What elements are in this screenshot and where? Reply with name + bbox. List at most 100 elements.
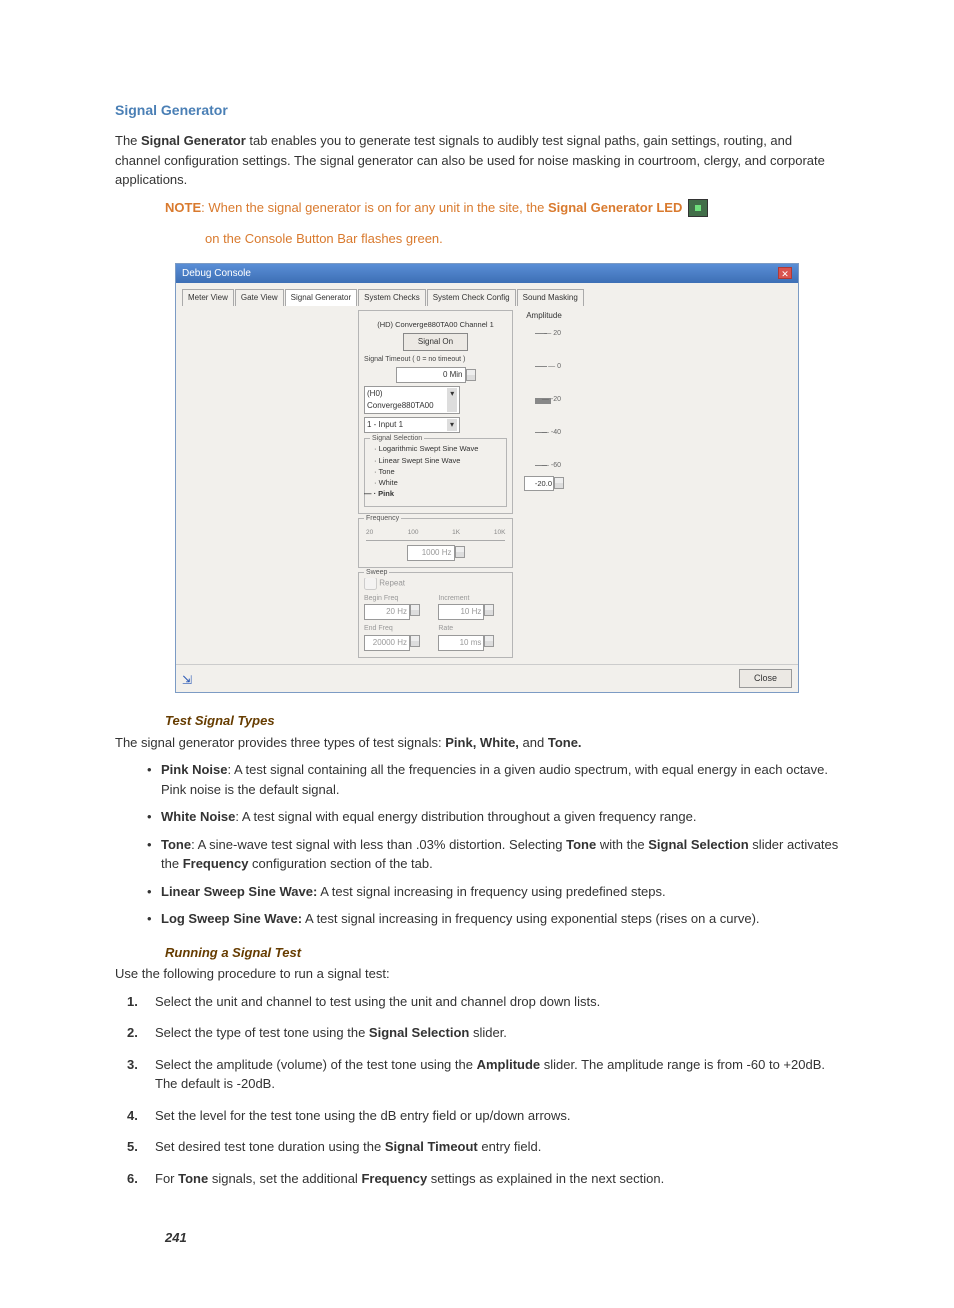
frequency-group: Frequency 20 100 1K 10K 1000 Hz [358, 518, 513, 568]
end-freq-label: End Freq [364, 624, 433, 635]
tab-gate-view[interactable]: Gate View [235, 289, 284, 306]
text-bold: Signal Selection [369, 1025, 469, 1040]
tick: 1K [452, 528, 460, 538]
text-bold: White Noise [161, 809, 235, 824]
text: : A test signal with equal energy distri… [235, 809, 696, 824]
step-number: 5. [127, 1137, 138, 1157]
list-item: 4.Set the level for the test tone using … [125, 1106, 839, 1126]
signal-on-button[interactable]: Signal On [403, 333, 468, 351]
text: entry field. [478, 1139, 542, 1154]
frequency-input[interactable]: 1000 Hz [407, 545, 455, 561]
signal-generator-led-icon [688, 199, 708, 217]
list-item: Linear Sweep Sine Wave: A test signal in… [145, 882, 839, 902]
list-item: 5. Set desired test tone duration using t… [125, 1137, 839, 1157]
spinner-icon[interactable] [466, 369, 476, 381]
begin-freq-label: Begin Freq [364, 594, 433, 605]
rate-label: Rate [438, 624, 507, 635]
tab-sound-masking[interactable]: Sound Masking [517, 289, 584, 306]
text: Select the unit and channel to test usin… [155, 994, 600, 1009]
subheading-test-signal-types: Test Signal Types [165, 711, 839, 731]
text-bold: Frequency [361, 1171, 427, 1186]
frequency-slider[interactable]: 20 100 1K 10K [366, 527, 505, 541]
unit-dropdown[interactable]: (H0) Converge880TA00▾ [364, 386, 460, 414]
step-number: 2. [127, 1023, 138, 1043]
dropdown-value: (H0) Converge880TA00 [367, 388, 447, 412]
tab-signal-generator[interactable]: Signal Generator [285, 289, 357, 306]
channel-label: (HD) Converge880TA00 Channel 1 [364, 319, 507, 330]
text-bold: Log Sweep Sine Wave: [161, 911, 302, 926]
opt-pink[interactable]: — · Pink [370, 488, 501, 499]
text-bold: Amplitude [477, 1057, 541, 1072]
step-number: 6. [127, 1169, 138, 1189]
list-item: Pink Noise: A test signal containing all… [145, 760, 839, 799]
list-item: 1. Select the unit and channel to test us… [125, 992, 839, 1012]
text: For [155, 1171, 178, 1186]
text: slider. [469, 1025, 507, 1040]
intro-paragraph: The Signal Generator tab enables you to … [115, 131, 839, 190]
tick: 10K [494, 528, 506, 538]
increment-input[interactable]: 10 Hz [438, 604, 484, 620]
window-title: Debug Console [182, 266, 251, 281]
opt-tone[interactable]: · Tone [370, 466, 501, 477]
timeout-input[interactable]: 0 Min [396, 367, 466, 383]
bullet-list: Pink Noise: A test signal containing all… [145, 760, 839, 929]
list-item: 6. For Tone signals, set the additional F… [125, 1169, 839, 1189]
amplitude-input[interactable]: -20.0 [524, 476, 554, 491]
opt-linear-swept[interactable]: · Linear Swept Sine Wave [370, 455, 501, 466]
spinner-icon[interactable] [484, 635, 494, 647]
text-bold: Signal Timeout [385, 1139, 478, 1154]
timeout-label: Signal Timeout ( 0 = no timeout ) [364, 355, 507, 366]
list-item: White Noise: A test signal with equal en… [145, 807, 839, 827]
tick: 20 [366, 528, 373, 538]
text: The signal generator provides three type… [115, 735, 445, 750]
begin-freq-input[interactable]: 20 Hz [364, 604, 410, 620]
tab-system-check-config[interactable]: System Check Config [427, 289, 516, 306]
step-number: 3. [127, 1055, 138, 1075]
text: : A test signal containing all the frequ… [161, 762, 828, 797]
opt-white[interactable]: · White [370, 477, 501, 488]
close-button[interactable]: Close [739, 669, 792, 689]
text: Select the type of test tone using the [155, 1025, 369, 1040]
close-icon[interactable]: ✕ [778, 267, 792, 279]
input-dropdown[interactable]: 1 - Input 1▾ [364, 417, 460, 433]
text-bold: Tone [566, 837, 596, 852]
text: settings as explained in the next sectio… [427, 1171, 664, 1186]
amplitude-label: Amplitude [519, 310, 569, 322]
note-text-line2: on the Console Button Bar flashes green. [205, 229, 839, 249]
amplitude-slider[interactable]: — 20 — 0 — -20 — -40 — -60 [519, 326, 569, 476]
spinner-icon[interactable] [554, 477, 564, 489]
legend: Signal Selection [370, 434, 424, 445]
text: with the [596, 837, 648, 852]
chevron-down-icon: ▾ [447, 388, 457, 412]
pin-icon[interactable]: ⇲ [182, 671, 196, 685]
note-label: NOTE [165, 200, 201, 215]
rate-input[interactable]: 10 ms [438, 635, 484, 651]
text: signals, set the additional [208, 1171, 361, 1186]
legend: Sweep [364, 568, 389, 579]
numbered-list: 1. Select the unit and channel to test us… [125, 992, 839, 1189]
text-bold: Tone [178, 1171, 208, 1186]
note-block: NOTE: When the signal generator is on fo… [165, 198, 839, 218]
list-item: Log Sweep Sine Wave: A test signal incre… [145, 909, 839, 929]
window-titlebar: Debug Console ✕ [176, 264, 798, 283]
spinner-icon[interactable] [410, 604, 420, 616]
tab-meter-view[interactable]: Meter View [182, 289, 234, 306]
end-freq-input[interactable]: 20000 Hz [364, 635, 410, 651]
opt-log-swept[interactable]: · Logarithmic Swept Sine Wave [370, 443, 501, 454]
tab-system-checks[interactable]: System Checks [358, 289, 426, 306]
text-bold: Pink, White, [445, 735, 519, 750]
text: The [115, 133, 141, 148]
section-title: Signal Generator [115, 100, 839, 121]
repeat-label: Repeat [379, 578, 405, 587]
step-number: 1. [127, 992, 138, 1012]
text: Set desired test tone duration using the [155, 1139, 385, 1154]
list-item: Tone: A sine-wave test signal with less … [145, 835, 839, 874]
spinner-icon[interactable] [484, 604, 494, 616]
tab-bar: Meter View Gate View Signal Generator Sy… [182, 289, 792, 306]
increment-label: Increment [438, 594, 507, 605]
text-bold: Pink Noise [161, 762, 227, 777]
text-bold: Frequency [183, 856, 249, 871]
spinner-icon[interactable] [410, 635, 420, 647]
spinner-icon[interactable] [455, 546, 465, 558]
repeat-checkbox[interactable] [364, 577, 377, 590]
